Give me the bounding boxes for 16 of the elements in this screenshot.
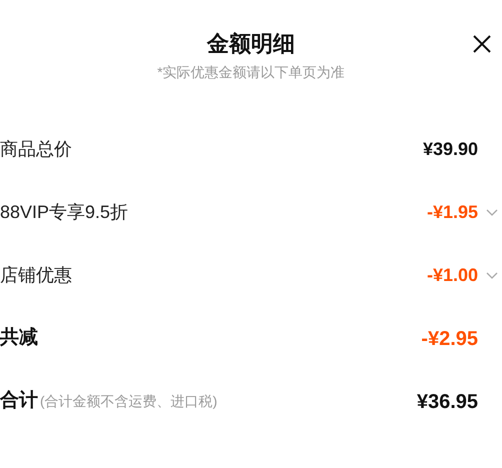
row-label: 88VIP专享9.5折	[0, 201, 128, 224]
amount-value: -¥1.00	[426, 264, 478, 287]
row-label: 店铺优惠	[0, 264, 72, 287]
amount-value: -¥1.95	[426, 201, 478, 224]
amount-value: ¥39.90	[422, 138, 478, 161]
row-label: 商品总价	[0, 138, 72, 161]
chevron-down-icon[interactable]	[486, 272, 498, 280]
close-icon	[472, 34, 492, 54]
total-note: (合计金额不含运费、进口税)	[40, 392, 218, 412]
amount-value: -¥2.95	[421, 326, 478, 352]
chevron-down-icon[interactable]	[486, 208, 498, 216]
row-label: 合计	[0, 389, 38, 414]
subtitle-note: *实际优惠金额请以下单页为准	[157, 63, 345, 82]
sheet-title: 金额明细	[207, 30, 295, 58]
row-label: 共减	[0, 326, 38, 350]
amount-value: ¥36.95	[416, 390, 478, 414]
